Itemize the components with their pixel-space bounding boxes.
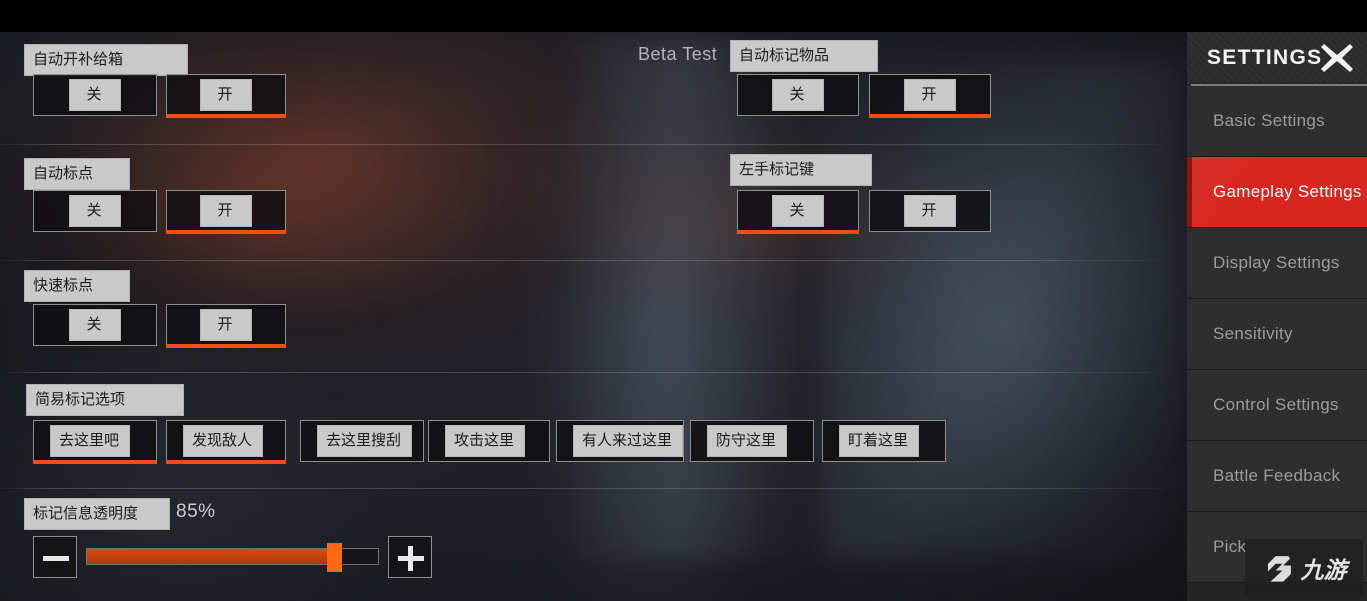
row-divider xyxy=(0,372,1165,373)
auto-ping-option-off[interactable]: 关 xyxy=(33,190,157,232)
option-label: 关 xyxy=(772,195,824,227)
sidebar-item-sensitivity[interactable]: Sensitivity xyxy=(1187,299,1367,370)
opacity-increase-button[interactable] xyxy=(388,536,432,578)
sidebar-header: SETTINGS xyxy=(1187,32,1367,84)
mark-option-go-here[interactable]: 去这里吧 xyxy=(33,420,157,464)
mark-option-enemy-spotted[interactable]: 发现敌人 xyxy=(166,420,286,464)
auto-mark-item-option-off[interactable]: 关 xyxy=(737,74,859,116)
row-divider xyxy=(0,488,1165,489)
mark-info-opacity-slider[interactable] xyxy=(86,543,379,572)
setting-label-simple-mark-options: 简易标记选项 xyxy=(26,384,184,416)
auto-ping-option-on[interactable]: 开 xyxy=(166,190,286,234)
mark-option-defend-here[interactable]: 防守这里 xyxy=(690,420,814,462)
watermark: 九游 xyxy=(1245,539,1363,597)
watermark-text: 九游 xyxy=(1300,558,1347,584)
auto-mark-item-option-on[interactable]: 开 xyxy=(869,74,991,118)
left-hand-mark-key-option-on[interactable]: 开 xyxy=(869,190,991,232)
opacity-decrease-button[interactable] xyxy=(33,536,77,578)
page-title: SETTINGS xyxy=(1207,46,1323,69)
jiuyou-logo-icon xyxy=(1267,556,1291,582)
slider-fill xyxy=(87,549,335,564)
option-label: 有人来过这里 xyxy=(573,425,684,457)
sidebar-item-label: Sensitivity xyxy=(1213,324,1293,344)
option-label: 盯着这里 xyxy=(839,425,920,457)
option-label: 防守这里 xyxy=(707,425,788,457)
option-label: 去这里吧 xyxy=(50,425,131,457)
option-label: 攻击这里 xyxy=(445,425,526,457)
setting-label-auto-mark-item: 自动标记物品 xyxy=(730,40,878,72)
top-letterbox-bar xyxy=(0,0,1367,32)
sidebar-item-control-settings[interactable]: Control Settings xyxy=(1187,370,1367,441)
close-x-icon[interactable] xyxy=(1317,38,1357,78)
setting-label-quick-ping: 快速标点 xyxy=(24,270,130,302)
sidebar-item-label: Gameplay Settings xyxy=(1213,182,1362,202)
sidebar-item-label: Basic Settings xyxy=(1213,111,1325,131)
option-label: 开 xyxy=(200,195,252,227)
row-divider xyxy=(0,260,1165,261)
sidebar-item-battle-feedback[interactable]: Battle Feedback xyxy=(1187,441,1367,512)
sidebar-item-label: Display Settings xyxy=(1213,253,1340,273)
beta-test-label: Beta Test xyxy=(638,44,718,64)
setting-label-mark-info-opacity: 标记信息透明度 xyxy=(24,498,170,530)
mark-option-loot-here[interactable]: 去这里搜刮 xyxy=(300,420,424,462)
game-settings-screen: 自动开补给箱 关 开 Beta Test 自动标记物品 关 开 自动标点 关 开… xyxy=(0,0,1367,601)
sidebar-item-basic-settings[interactable]: Basic Settings xyxy=(1187,86,1367,157)
setting-label-auto-open-supply: 自动开补给箱 xyxy=(24,44,188,76)
sidebar-item-gameplay-settings[interactable]: Gameplay Settings xyxy=(1187,157,1367,228)
option-label: 去这里搜刮 xyxy=(317,425,413,457)
mark-option-someone-been-here[interactable]: 有人来过这里 xyxy=(556,420,684,462)
slider-thumb[interactable] xyxy=(327,543,343,572)
auto-open-supply-option-off[interactable]: 关 xyxy=(33,74,157,116)
sidebar-item-label: Pick xyxy=(1213,537,1247,557)
sidebar-item-label: Control Settings xyxy=(1213,395,1339,415)
mark-info-opacity-value: 85% xyxy=(176,501,216,522)
minus-icon xyxy=(43,556,69,561)
settings-content-panel: 自动开补给箱 关 开 Beta Test 自动标记物品 关 开 自动标点 关 开… xyxy=(0,32,1187,601)
plus-icon xyxy=(408,546,413,571)
option-label: 发现敌人 xyxy=(183,425,264,457)
setting-label-auto-ping: 自动标点 xyxy=(24,158,130,190)
left-hand-mark-key-option-off[interactable]: 关 xyxy=(737,190,859,234)
option-label: 关 xyxy=(69,79,121,111)
quick-ping-option-on[interactable]: 开 xyxy=(166,304,286,348)
setting-label-left-hand-mark-key: 左手标记键 xyxy=(730,154,872,186)
sidebar-item-display-settings[interactable]: Display Settings xyxy=(1187,228,1367,299)
sidebar-item-label: Battle Feedback xyxy=(1213,466,1341,486)
settings-sidebar: SETTINGS Basic Settings Gameplay Setting… xyxy=(1187,32,1367,601)
row-divider xyxy=(0,144,1165,145)
option-label: 开 xyxy=(200,79,252,111)
option-label: 开 xyxy=(904,195,956,227)
auto-open-supply-option-on[interactable]: 开 xyxy=(166,74,286,118)
option-label: 关 xyxy=(772,79,824,111)
option-label: 开 xyxy=(200,309,252,341)
option-label: 开 xyxy=(904,79,956,111)
quick-ping-option-off[interactable]: 关 xyxy=(33,304,157,346)
mark-option-watch-here[interactable]: 盯着这里 xyxy=(822,420,946,462)
mark-option-attack-here[interactable]: 攻击这里 xyxy=(428,420,550,462)
option-label: 关 xyxy=(69,309,121,341)
option-label: 关 xyxy=(69,195,121,227)
